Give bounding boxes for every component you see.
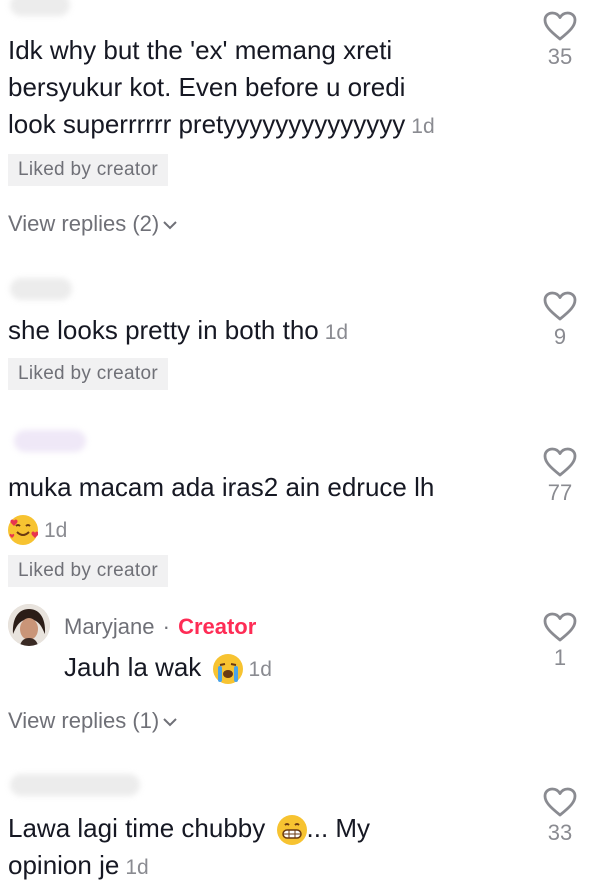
like-count: 35 bbox=[547, 44, 573, 69]
username-blurred[interactable] bbox=[10, 278, 72, 300]
username-blurred[interactable] bbox=[10, 774, 140, 796]
like-button[interactable]: 9 bbox=[530, 290, 590, 350]
comment-time: 1d bbox=[44, 519, 68, 542]
chevron-down-icon bbox=[163, 221, 177, 230]
liked-by-creator-badge: Liked by creator bbox=[8, 154, 168, 186]
heart-icon bbox=[543, 447, 577, 477]
comment-time: 1d bbox=[411, 115, 435, 138]
view-replies-button[interactable]: View replies (2) bbox=[8, 209, 177, 239]
like-button[interactable]: 33 bbox=[530, 786, 590, 846]
username-blurred[interactable] bbox=[10, 0, 70, 16]
heart-icon bbox=[543, 11, 577, 41]
like-count: 77 bbox=[547, 480, 573, 505]
comment-text: she looks pretty in both tho 1d bbox=[8, 315, 349, 345]
username-blurred[interactable] bbox=[14, 430, 86, 452]
like-button[interactable]: 1 bbox=[530, 611, 590, 671]
comment-time: 1d bbox=[324, 321, 349, 344]
like-count: 9 bbox=[553, 324, 567, 349]
username[interactable]: Maryjane bbox=[64, 614, 154, 639]
comment-text: muka macam ada iras2 ain edruce lh 1d bbox=[8, 469, 434, 549]
creator-badge: Creator bbox=[178, 614, 257, 639]
comment-text: Lawa lagi time chubby ... My opinion je 1… bbox=[8, 813, 371, 880]
comment-time: 1d bbox=[125, 856, 149, 879]
comment-header: Maryjane · Creator bbox=[64, 614, 256, 640]
comment-time: 1d bbox=[248, 658, 272, 681]
like-button[interactable]: 35 bbox=[530, 10, 590, 70]
heart-icon bbox=[543, 612, 577, 642]
separator-dot: · bbox=[162, 614, 170, 639]
avatar[interactable] bbox=[8, 604, 50, 646]
comment-text: Idk why but the 'ex' memang xreti bersyu… bbox=[8, 35, 435, 139]
chevron-down-icon bbox=[163, 718, 177, 727]
comment-text: Jauh la wak 1d bbox=[64, 649, 272, 688]
heart-icon bbox=[543, 787, 577, 817]
smiling-face-with-hearts-icon bbox=[8, 515, 38, 546]
grinning-face-icon bbox=[276, 815, 307, 846]
liked-by-creator-badge: Liked by creator bbox=[8, 555, 168, 587]
like-count: 1 bbox=[553, 645, 567, 670]
like-button[interactable]: 77 bbox=[530, 446, 590, 506]
like-count: 33 bbox=[547, 820, 573, 845]
view-replies-button[interactable]: View replies (1) bbox=[8, 706, 177, 736]
heart-icon bbox=[543, 291, 577, 321]
loudly-crying-face-icon bbox=[212, 654, 243, 685]
liked-by-creator-badge: Liked by creator bbox=[8, 358, 168, 390]
